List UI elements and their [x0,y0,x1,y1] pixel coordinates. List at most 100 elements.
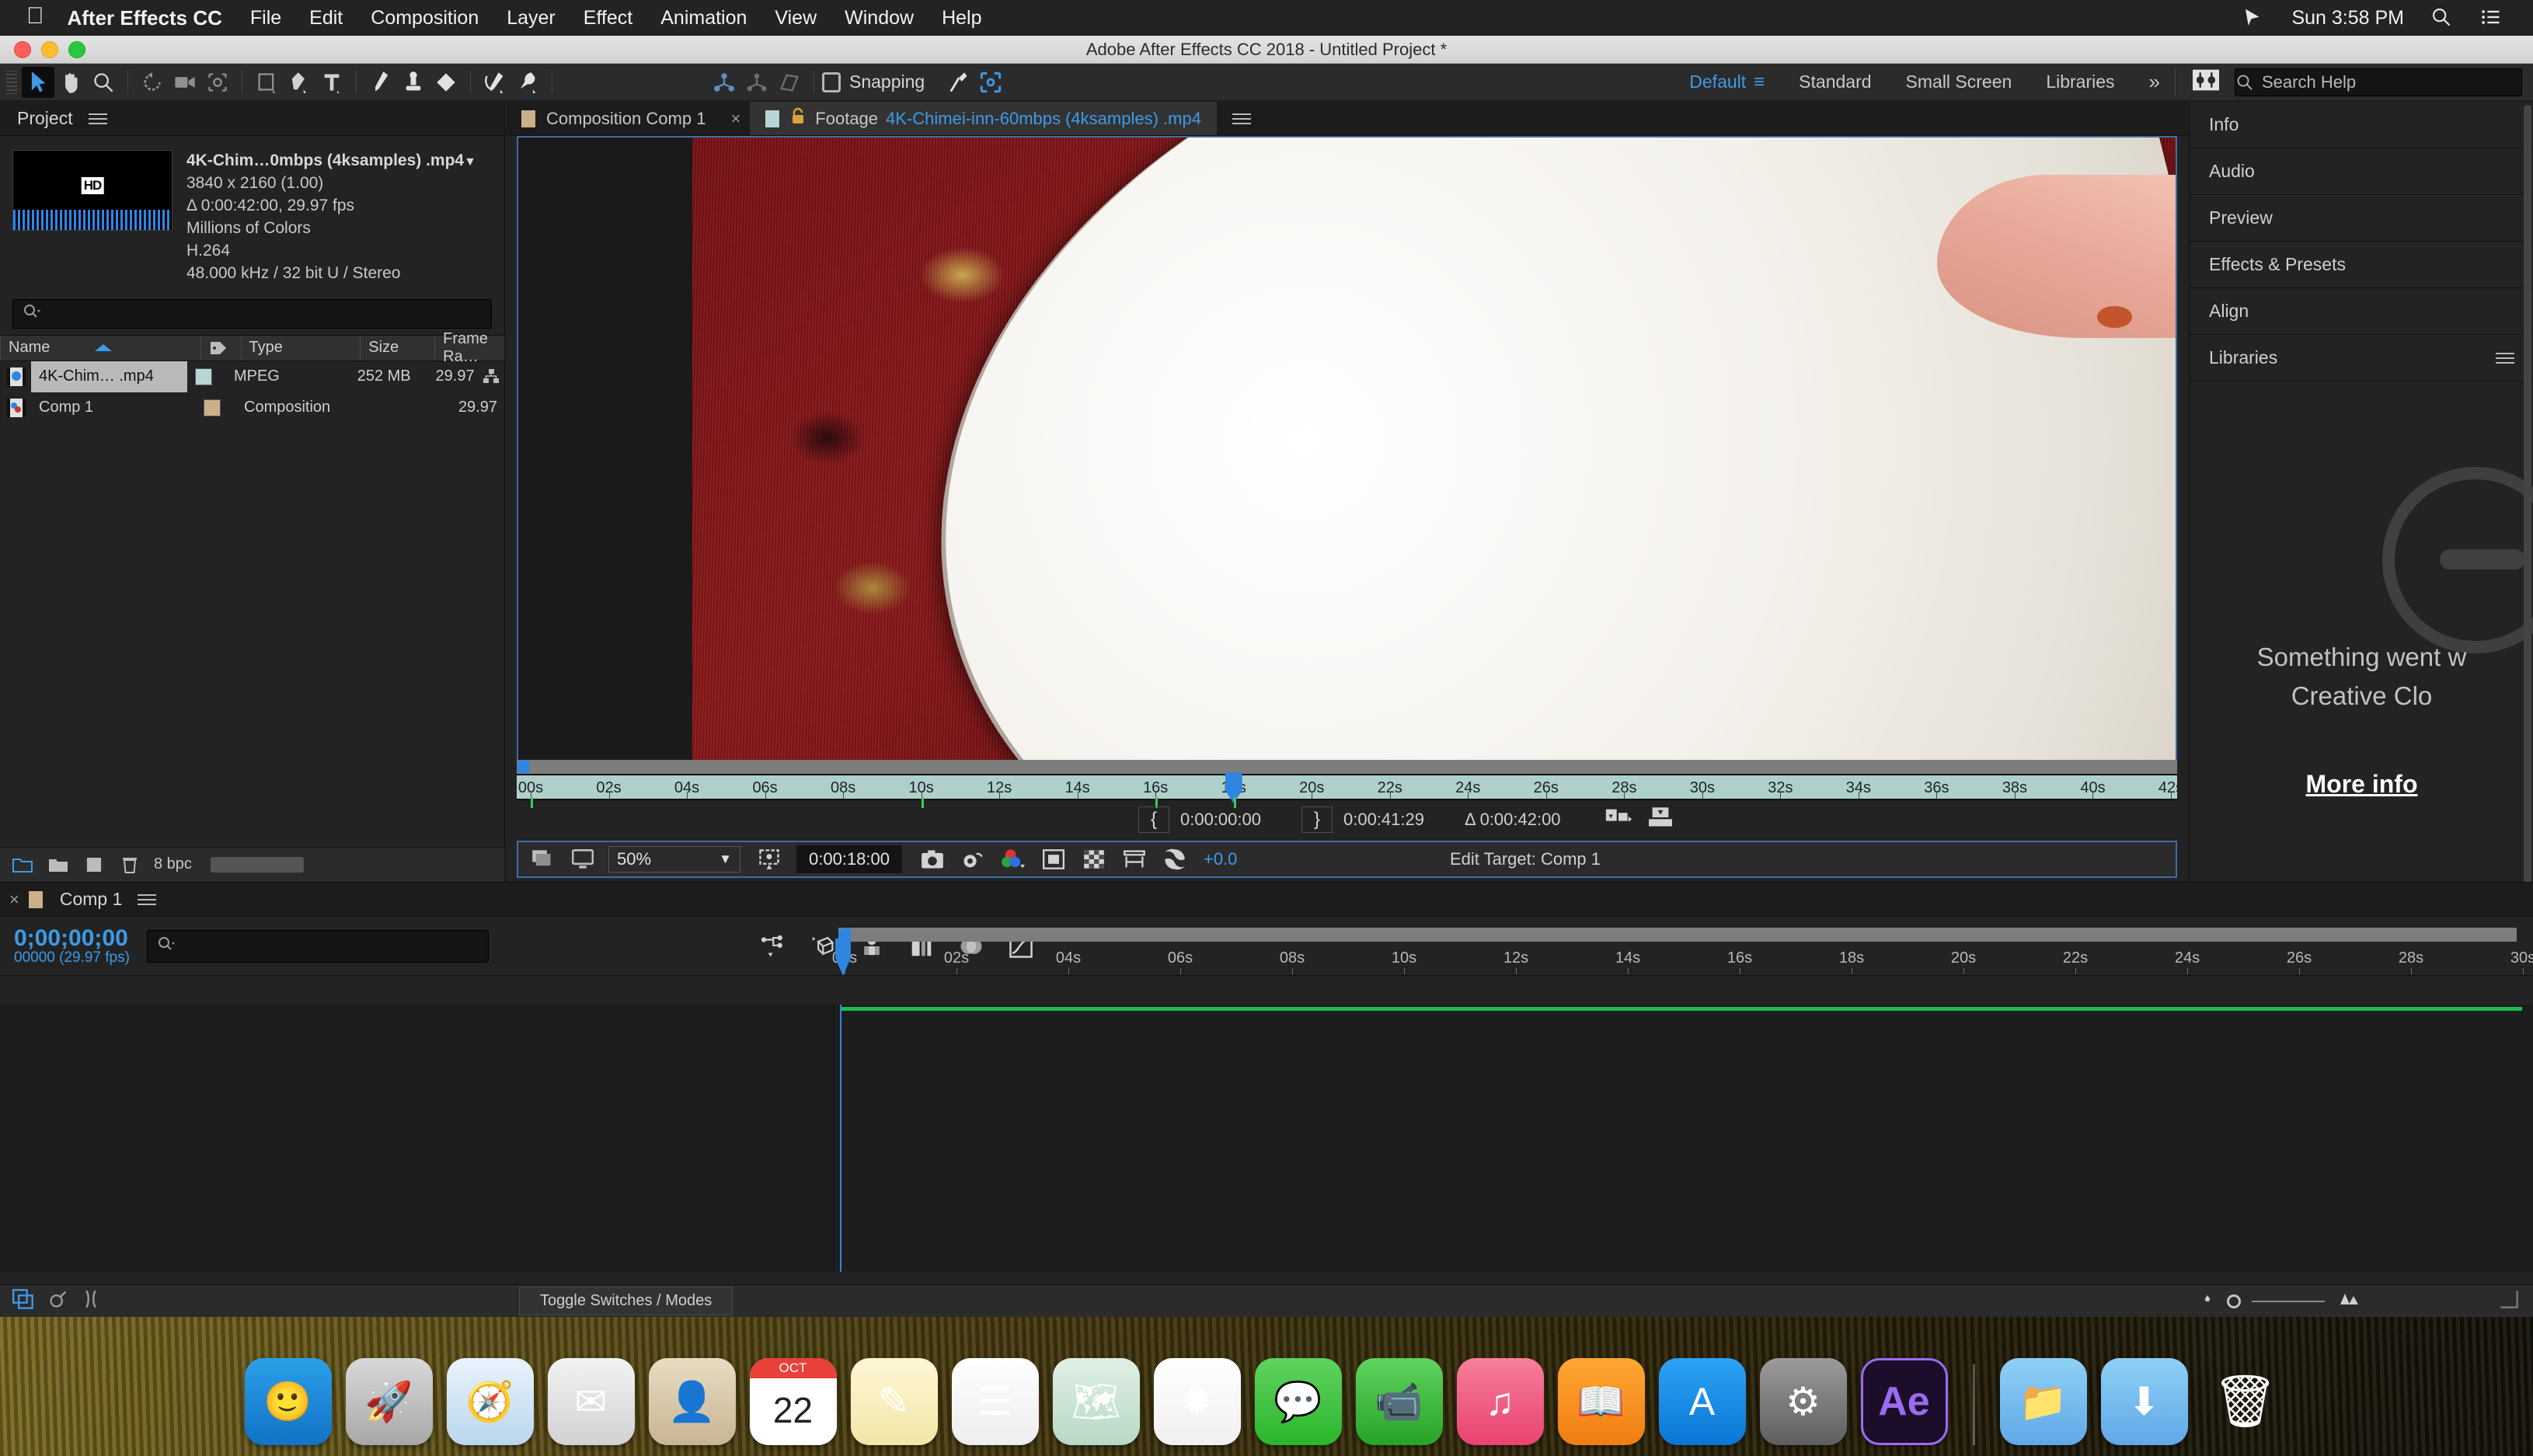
puppet-pin-tool[interactable] [511,67,544,98]
dock-applications-folder[interactable]: 📁 [1999,1358,2087,1445]
row-label-swatch[interactable] [187,361,226,392]
control-center-icon[interactable] [2480,6,2503,30]
toggle-switches-icon[interactable] [12,1289,34,1313]
menu-view[interactable]: View [775,7,817,30]
menu-window[interactable]: Window [845,7,914,30]
column-type[interactable]: Type [240,335,361,361]
rotation-tool[interactable] [136,67,169,98]
search-icon[interactable] [2430,6,2454,30]
text-tool[interactable] [315,67,348,98]
lock-icon[interactable] [790,107,806,131]
dock-app-photos[interactable]: ✹ [1153,1358,1241,1445]
puppet-starch-tool[interactable] [740,67,773,98]
panel-audio[interactable]: Audio [2190,148,2533,195]
panel-info[interactable]: Info [2190,102,2533,148]
overlay-edit-icon[interactable] [1646,806,1674,834]
close-icon[interactable]: × [9,890,19,910]
timeline-playhead[interactable] [840,1005,841,1272]
more-info-link[interactable]: More info [2190,770,2533,799]
zoom-slider-track[interactable] [2252,1300,2325,1302]
brush-tool[interactable] [364,67,397,98]
timeline-zoom-slider[interactable] [2199,1291,2359,1311]
camera-tool[interactable] [169,67,201,98]
snapshot-icon[interactable] [916,846,949,873]
zoom-tool[interactable] [87,67,120,98]
menubar-clock[interactable]: Sun 3:58 PM [2291,7,2404,30]
folder-icon[interactable] [45,853,71,876]
timeline-resize-grip[interactable] [2499,1289,2519,1313]
transparency-grid-icon[interactable] [1078,846,1110,873]
panel-menu-icon[interactable] [88,110,107,127]
new-comp-icon[interactable] [81,853,107,876]
viewer-scrollbar[interactable] [517,760,2177,774]
pan-behind-tool[interactable] [201,67,234,98]
panel-align[interactable]: Align [2190,288,2533,335]
pen-tool[interactable] [283,67,315,98]
dock-app-system-preferences[interactable]: ⚙ [1759,1358,1847,1445]
timeline-scrollbar[interactable] [838,928,2517,942]
table-row[interactable]: Comp 1 Composition 29.97 [0,392,504,423]
view-layout-icon[interactable] [566,846,599,873]
timeline-search-input[interactable] [146,929,489,963]
column-name[interactable]: Name [0,335,200,361]
footage-tab[interactable]: Footage 4K-Chimei-inn-60mbps (4ksamples)… [750,102,1217,135]
zoom-slider-knob[interactable] [2227,1294,2241,1308]
dock-app-after-effects[interactable]: Ae [1860,1358,1948,1445]
dock-app-app-store[interactable]: A [1658,1358,1746,1445]
timeline-current-time[interactable]: 0;00;00;00 00000 (29.97 fps) [14,926,130,966]
dock-trash[interactable]: 🗑 [2202,1358,2289,1445]
composition-tab[interactable]: Composition Comp 1 [506,102,721,135]
snap-magnet-icon[interactable] [942,67,974,98]
new-folder-icon[interactable] [9,853,36,876]
puppet-bend-tool[interactable] [773,67,806,98]
roto-brush-tool[interactable] [479,67,511,98]
panel-preview[interactable]: Preview [2190,195,2533,242]
puppet-overlap-tool[interactable] [708,67,740,98]
footage-canvas[interactable] [517,136,2177,761]
row-label-swatch[interactable] [196,392,236,423]
eraser-tool[interactable] [430,67,462,98]
viewer-ruler-track[interactable]: 00s02s04s06s08s10s12s14s16s18s20s22s24s2… [517,772,2183,808]
dock-app-itunes[interactable]: ♫ [1456,1358,1544,1445]
panel-menu-icon[interactable] [1232,110,1251,127]
timeline-layer-list[interactable] [0,1005,834,1272]
region-of-interest-icon[interactable] [753,846,786,873]
timeline-ruler[interactable]: 00s02s04s06s08s10s12s14s16s18s20s22s24s2… [832,917,2533,976]
dock-app-ibooks[interactable]: 📖 [1557,1358,1645,1445]
dock-app-facetime[interactable]: 📹 [1355,1358,1443,1445]
show-snapshot-icon[interactable] [956,846,989,873]
zoom-level-select[interactable]: 50% ▼ [608,846,740,873]
exposure-icon[interactable] [1158,846,1191,873]
in-point-icon[interactable]: { [1138,806,1169,833]
stretch-icon[interactable] [82,1289,99,1313]
file-name[interactable]: 4K-Chim…0mbps (4ksamples) .mp4▼ [186,150,476,172]
zoom-in-icon[interactable] [2336,1291,2359,1311]
viewer-timecode[interactable]: 0:00:18:00 [796,845,902,873]
menu-file[interactable]: File [250,7,281,30]
zoom-out-icon[interactable] [2199,1292,2216,1310]
viewer-scrollbar-knob[interactable] [517,760,529,774]
column-size[interactable]: Size [360,335,434,361]
selection-tool[interactable] [22,66,54,98]
dock-app-notes[interactable]: ✎ [850,1358,938,1445]
timeline-tab-label[interactable]: Comp 1 [60,889,123,910]
panel-effects-presets[interactable]: Effects & Presets [2190,242,2533,288]
workspace-default[interactable]: Default [1689,71,1746,92]
dock-app-reminders[interactable]: ☰ [951,1358,1039,1445]
out-point-icon[interactable]: } [1301,806,1333,833]
table-row[interactable]: 4K-Chim… .mp4 MPEG 252 MB 29.97 [0,361,504,392]
dock-app-messages[interactable]: 💬 [1254,1358,1342,1445]
bit-depth-label[interactable]: 8 bpc [154,855,192,873]
dock-app-mail[interactable]: ✉ [547,1358,635,1445]
workspace-menu-icon[interactable]: ≡ [1754,71,1765,93]
timeline-layer-area[interactable] [0,1005,2533,1272]
dock-app-safari[interactable]: 🧭 [446,1358,534,1445]
in-point-value[interactable]: 0:00:00:00 [1180,810,1261,830]
delete-icon[interactable] [117,853,143,876]
workspace-libraries[interactable]: Libraries [2046,71,2114,92]
out-point-value[interactable]: 0:00:41:29 [1343,810,1424,830]
dock-app-finder[interactable]: 🙂 [244,1358,332,1445]
project-search-input[interactable] [12,298,492,329]
viewer-timeline-ruler[interactable]: 00s02s04s06s08s10s12s14s16s18s20s22s24s2… [517,760,2183,808]
column-label[interactable] [200,335,241,361]
